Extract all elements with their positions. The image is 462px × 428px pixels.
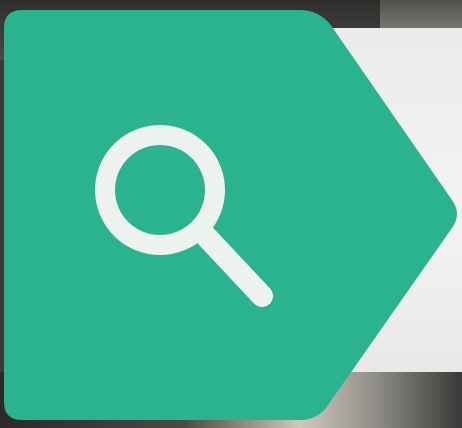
search-button[interactable] [0,0,462,428]
search-tag-shape[interactable] [4,10,457,420]
screen [0,0,462,428]
